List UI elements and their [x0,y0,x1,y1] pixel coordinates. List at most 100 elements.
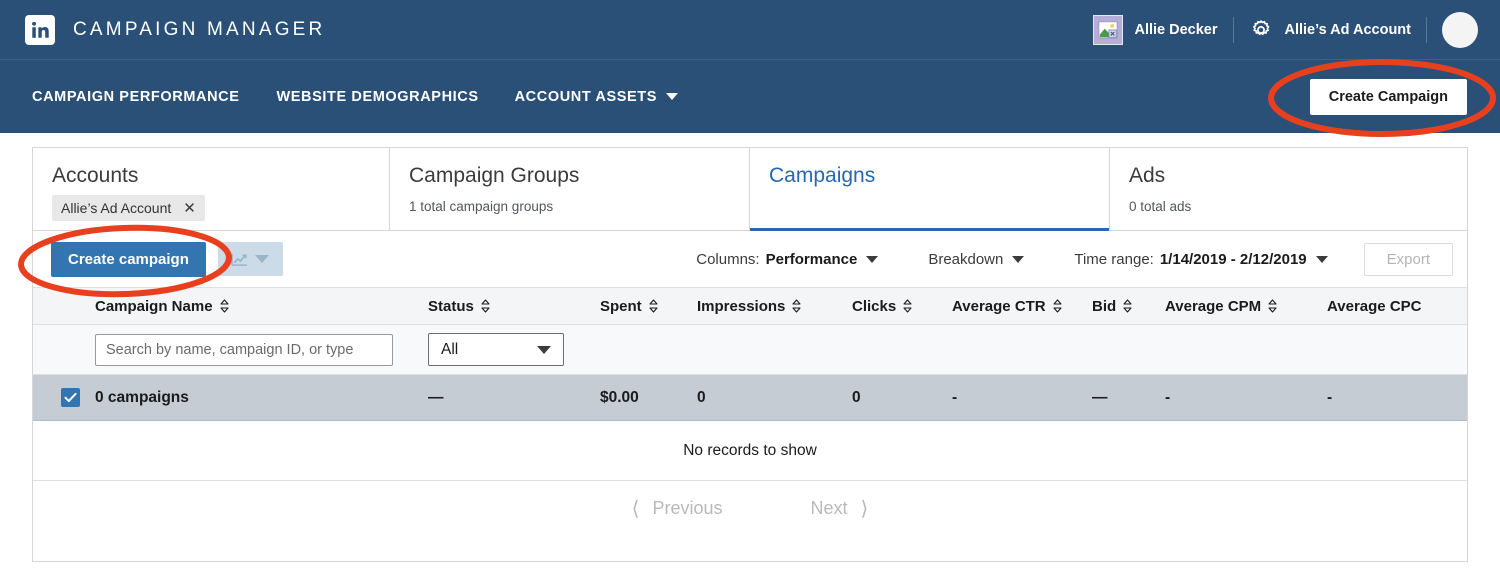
linkedin-logo-icon[interactable] [25,15,55,45]
header-spent-label: Spent [600,298,642,315]
chevron-left-icon: ⟨ [632,496,640,521]
header-average-cpc-label: Average CPC [1327,298,1421,315]
filter-status-cell: All [428,325,600,375]
tab-campaigns-title: Campaigns [769,164,1109,188]
next-page-label: Next [811,498,848,519]
header-bid-label: Bid [1092,298,1116,315]
top-header-right: Allie Decker Allie’s Ad Account [1093,0,1478,60]
nav-item-account-assets-label: ACCOUNT ASSETS [515,89,657,105]
sort-icon [792,299,801,313]
tab-campaign-groups[interactable]: Campaign Groups 1 total campaign groups [390,148,750,230]
header-average-cpc[interactable]: Average CPC [1327,288,1467,325]
chevron-down-icon [537,346,551,354]
header-impressions-label: Impressions [697,298,785,315]
account-name[interactable]: Allie’s Ad Account [1285,22,1412,38]
divider [1426,17,1427,43]
entity-tab-strip: Accounts Allie’s Ad Account ✕ Campaign G… [33,148,1467,231]
header-clicks[interactable]: Clicks [852,288,952,325]
account-chip-label: Allie’s Ad Account [61,200,171,216]
chevron-down-icon [666,93,678,100]
summary-average-cpc: - [1327,375,1467,421]
header-bid[interactable]: Bid [1092,288,1165,325]
header-impressions[interactable]: Impressions [697,288,852,325]
header-average-ctr[interactable]: Average CTR [952,288,1092,325]
header-average-cpm-label: Average CPM [1165,298,1261,315]
tab-accounts[interactable]: Accounts Allie’s Ad Account ✕ [33,148,390,230]
nav-item-website-demographics[interactable]: WEBSITE DEMOGRAPHICS [276,89,478,105]
user-name[interactable]: Allie Decker [1134,22,1217,38]
tab-ads-title: Ads [1129,164,1467,188]
chevron-down-icon [1012,256,1024,263]
sort-icon [649,299,658,313]
previous-page-label: Previous [652,498,722,519]
tab-accounts-title: Accounts [52,164,389,188]
previous-page-button[interactable]: ⟨ Previous [632,496,723,521]
chart-view-dropdown-button [218,242,283,276]
columns-dropdown[interactable]: Columns: Performance [696,251,878,268]
status-filter-dropdown[interactable]: All [428,333,564,366]
filter-rest-cell [600,325,1467,375]
breakdown-dropdown[interactable]: Breakdown [928,251,1024,268]
nav-item-campaign-performance[interactable]: CAMPAIGN PERFORMANCE [32,89,239,105]
empty-state-message: No records to show [33,421,1467,481]
summary-checkbox-cell [33,375,95,421]
tab-ads[interactable]: Ads 0 total ads [1110,148,1467,230]
header-status[interactable]: Status [428,288,600,325]
gear-icon[interactable] [1249,18,1273,42]
header-status-label: Status [428,298,474,315]
top-header-bar: CAMPAIGN MANAGER Allie Decker [0,0,1500,60]
tab-campaigns[interactable]: Campaigns [750,148,1110,230]
checkbox-checked-icon [64,392,77,403]
table-summary-row: 0 campaigns — $0.00 0 0 - — - - [33,375,1467,421]
sort-icon [1123,299,1132,313]
header-checkbox-cell [33,288,95,325]
close-icon[interactable]: ✕ [183,199,196,217]
main-navigation-bar: CAMPAIGN PERFORMANCE WEBSITE DEMOGRAPHIC… [0,60,1500,133]
header-campaign-name-label: Campaign Name [95,298,213,315]
toolbar-right-controls: Columns: Performance Breakdown Time rang… [696,243,1453,276]
summary-impressions: 0 [697,375,852,421]
summary-bid: — [1092,375,1165,421]
header-average-ctr-label: Average CTR [952,298,1046,315]
account-chip[interactable]: Allie’s Ad Account ✕ [52,195,205,221]
nav-item-account-assets[interactable]: ACCOUNT ASSETS [515,89,678,105]
columns-value: Performance [766,251,858,268]
summary-spent: $0.00 [600,375,697,421]
summary-average-ctr: - [952,375,1092,421]
campaigns-table: Campaign Name Status S [33,287,1467,421]
time-range-label: Time range: [1074,251,1153,268]
sort-icon [1268,299,1277,313]
header-campaign-name[interactable]: Campaign Name [95,288,428,325]
avatar[interactable] [1442,12,1478,48]
export-button[interactable]: Export [1364,243,1453,276]
header-spent[interactable]: Spent [600,288,697,325]
pagination-controls: ⟨ Previous Next ⟩ [33,481,1467,536]
filter-empty-cell [33,325,95,375]
line-chart-icon [231,252,248,267]
select-all-checkbox[interactable] [61,388,80,407]
columns-label: Columns: [696,251,759,268]
time-range-dropdown[interactable]: Time range: 1/14/2019 - 2/12/2019 [1074,251,1327,268]
time-range-value: 1/14/2019 - 2/12/2019 [1160,251,1307,268]
header-clicks-label: Clicks [852,298,896,315]
tab-ads-subtitle: 0 total ads [1129,199,1467,214]
sort-icon [903,299,912,313]
status-filter-value: All [441,341,458,359]
chevron-right-icon: ⟩ [861,496,869,521]
next-page-button[interactable]: Next ⟩ [811,496,869,521]
search-input[interactable] [95,334,393,366]
tab-campaign-groups-subtitle: 1 total campaign groups [409,199,749,214]
create-campaign-button-header[interactable]: Create Campaign [1310,79,1467,115]
tab-campaign-groups-title: Campaign Groups [409,164,749,188]
brand-title: CAMPAIGN MANAGER [73,19,325,41]
header-average-cpm[interactable]: Average CPM [1165,288,1327,325]
summary-average-cpm: - [1165,375,1327,421]
sort-icon [1053,299,1062,313]
chevron-down-icon [255,255,269,263]
table-toolbar: Create campaign Columns: Performance [33,231,1467,287]
table-filter-row: All [33,325,1467,375]
filter-search-cell [95,325,428,375]
campaigns-panel: Accounts Allie’s Ad Account ✕ Campaign G… [32,147,1468,562]
chevron-down-icon [1316,256,1328,263]
create-campaign-button-toolbar[interactable]: Create campaign [51,242,206,277]
